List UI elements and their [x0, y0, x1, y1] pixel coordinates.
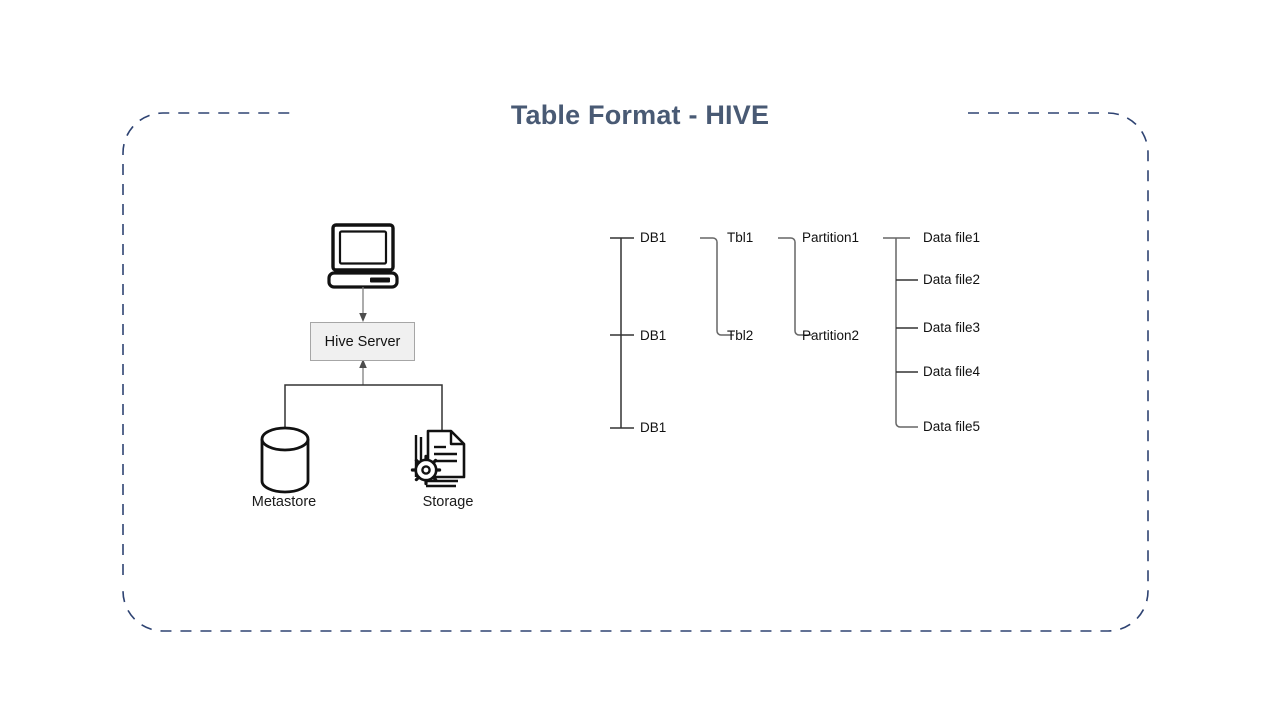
tree-node-tbl-2[interactable]: Tbl2 [727, 328, 753, 343]
desktop-computer-icon [327, 223, 399, 289]
tree-node-data-file-4[interactable]: Data file4 [923, 364, 980, 379]
tree-column-databases [610, 237, 634, 429]
tree-node-db-2[interactable]: DB1 [640, 328, 666, 343]
tree-node-partition-1[interactable]: Partition1 [802, 230, 859, 245]
document-gear-icon [410, 429, 466, 488]
tree-node-data-file-2[interactable]: Data file2 [923, 272, 980, 287]
tree-node-partition-2[interactable]: Partition2 [802, 328, 859, 343]
storage-label: Storage [422, 494, 474, 510]
tree-node-tbl-1[interactable]: Tbl1 [727, 230, 753, 245]
arrow-client-to-server [359, 287, 367, 322]
page-title: Table Format - HIVE [510, 100, 770, 130]
tree-column-tables [700, 237, 734, 336]
arrow-storage-to-server [359, 359, 367, 385]
tree-node-db-3[interactable]: DB1 [640, 420, 666, 435]
tree-node-data-file-1[interactable]: Data file1 [923, 230, 980, 245]
tree-node-data-file-3[interactable]: Data file3 [923, 320, 980, 335]
database-cylinder-icon [260, 426, 310, 494]
metastore-label: Metastore [251, 494, 317, 510]
tree-node-data-file-5[interactable]: Data file5 [923, 419, 980, 434]
tree-column-partitions [778, 237, 812, 336]
connector-bracket [284, 384, 443, 430]
hive-server-box[interactable]: Hive Server [310, 322, 415, 361]
tree-column-data-files [883, 237, 918, 428]
tree-node-db-1[interactable]: DB1 [640, 230, 666, 245]
architecture-graphic [260, 223, 466, 494]
diagram-canvas: Table Format - HIVE Hive Server Metastor… [0, 0, 1280, 720]
